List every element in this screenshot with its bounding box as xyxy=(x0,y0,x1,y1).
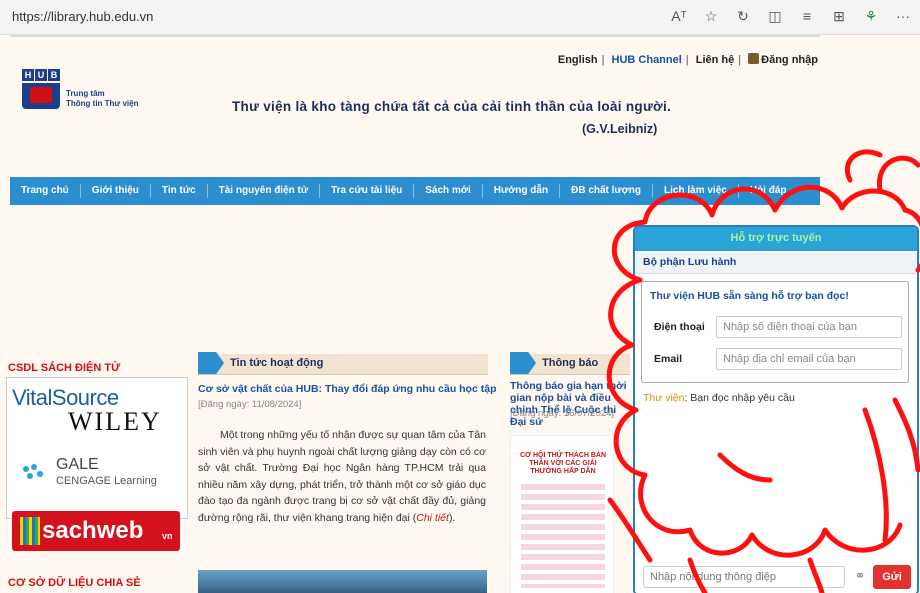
phone-label: Điện thoại xyxy=(654,321,705,333)
slogan: Thư viện là kho tàng chứa tất cả của cải… xyxy=(232,99,672,114)
paperclip-icon[interactable]: ⚭ xyxy=(851,568,869,586)
browser-toolbar: https://library.hub.edu.vn Aᵀ ☆ ↻ ◫ ≡ ⊞ ⚘ ··· xyxy=(0,0,920,35)
news-image[interactable] xyxy=(198,570,487,593)
shared-db-title: CƠ SỞ DỮ LIỆU CHIA SẺ xyxy=(8,577,141,589)
page: English | HUB Channel | Liên hệ | Đăng nhập… xyxy=(0,35,920,593)
gale-icon xyxy=(23,464,43,479)
form-heading: Thư viện HUB sẵn sàng hỗ trợ bạn đọc! xyxy=(650,290,849,302)
poster-heading: CƠ HỘI THỬ THÁCH BẢN THÂN VỚI CÁC GIẢI T… xyxy=(519,452,607,475)
news-section-title: Tin tức hoạt động xyxy=(230,357,324,369)
logo-line2: Thông tin Thư viện xyxy=(66,99,139,108)
extensions-icon[interactable]: ↻ xyxy=(734,8,752,25)
sachweb-logo[interactable]: sachweb vn xyxy=(12,511,180,551)
sachweb-suffix: vn xyxy=(162,531,173,541)
split-screen-icon[interactable]: ◫ xyxy=(766,8,784,25)
nav-item-9[interactable]: Hỏi đáp xyxy=(739,184,798,198)
nav-item-1[interactable]: Giới thiệu xyxy=(81,184,151,198)
nav-item-6[interactable]: Hướng dẫn xyxy=(483,184,561,198)
email-label: Email xyxy=(654,353,683,365)
favorites-icon[interactable]: ≡ xyxy=(798,8,816,25)
news-body-end: ). xyxy=(448,511,456,524)
nav-item-7[interactable]: ĐB chất lượng xyxy=(560,184,654,198)
ebook-db-title: CSDL SÁCH ĐIỆN TỬ xyxy=(8,362,121,374)
news-more-link[interactable]: Chi tiết xyxy=(416,512,449,524)
chat-header-title: Hỗ trợ trực tuyến xyxy=(730,232,822,244)
chat-message-text: : Bạn đọc nhập yêu cầu xyxy=(684,392,795,404)
hub-logo[interactable]: H U B xyxy=(22,69,60,125)
news-title-link[interactable]: Cơ sở vật chất của HUB: Thay đổi đáp ứng… xyxy=(198,383,496,395)
news-section-header: Tin tức hoạt động xyxy=(198,352,488,375)
poster-table xyxy=(521,484,605,588)
slogan-author: (G.V.Leibniz) xyxy=(582,122,658,136)
favorite-star-icon[interactable]: ☆ xyxy=(702,8,720,25)
announce-section-header: Thông báo xyxy=(510,352,630,375)
nav-item-4[interactable]: Tra cứu tài liệu xyxy=(320,184,415,198)
send-button[interactable]: Gửi xyxy=(873,565,911,589)
top-divider xyxy=(10,35,820,37)
chat-message-input[interactable] xyxy=(643,566,845,588)
news-body-text: Một trong những yếu tố nhận được sự quan… xyxy=(198,429,486,524)
logo-letter-b: B xyxy=(48,69,60,81)
chat-message: Thư viện: Bạn đọc nhập yêu cầu xyxy=(643,392,795,404)
wiley-logo[interactable]: WILEY xyxy=(68,407,162,437)
announce-date: [Đăng ngày: 16/07/2024] xyxy=(510,408,615,419)
collections-icon[interactable]: ⊞ xyxy=(830,8,848,25)
phone-input[interactable] xyxy=(716,316,902,338)
announce-poster[interactable]: CƠ HỘI THỬ THÁCH BẢN THÂN VỚI CÁC GIẢI T… xyxy=(510,435,614,593)
news-date: [Đăng ngày: 11/08/2024] xyxy=(198,399,302,410)
email-input[interactable] xyxy=(716,348,902,370)
login-link[interactable]: Đăng nhập xyxy=(761,54,818,66)
announce-section-title: Thông báo xyxy=(542,357,599,369)
cengage-label: CENGAGE Learning xyxy=(56,475,157,487)
sachweb-books-icon xyxy=(20,517,40,545)
hub-channel-link[interactable]: HUB Channel xyxy=(612,54,682,66)
english-link[interactable]: English xyxy=(558,54,598,66)
gale-logo[interactable]: GALE xyxy=(56,456,99,474)
logo-text: Trung tâm Thông tin Thư viện xyxy=(66,89,138,109)
section-arrow-icon xyxy=(198,352,224,374)
main-nav: Trang chủ Giới thiệu Tin tức Tài nguyên điệ… xyxy=(10,177,820,205)
nav-item-2[interactable]: Tin tức xyxy=(151,184,208,198)
chat-message-sender: Thư viện xyxy=(643,392,685,404)
browser-icons: Aᵀ ☆ ↻ ◫ ≡ ⊞ ⚘ ··· xyxy=(670,8,912,25)
announce-title-link[interactable]: Thông báo gia hạn thời gian nộp bài và đ… xyxy=(510,380,630,428)
chat-widget: Hỗ trợ trực tuyến Bộ phận Lưu hành Thư v… xyxy=(633,225,919,593)
top-links: English | HUB Channel | Liên hệ | Đăng nhập xyxy=(557,53,818,66)
chat-department[interactable]: Bộ phận Lưu hành xyxy=(635,253,917,274)
news-body: Một trong những yếu tố nhận được sự quan… xyxy=(198,427,486,526)
chat-contact-form: Thư viện HUB sẵn sàng hỗ trợ bạn đọc! Đi… xyxy=(641,281,909,383)
nav-item-8[interactable]: Lịch làm việc xyxy=(653,184,739,198)
performance-icon[interactable]: ⚘ xyxy=(862,8,880,25)
read-aloud-icon[interactable]: Aᵀ xyxy=(670,8,688,25)
more-icon[interactable]: ··· xyxy=(894,8,912,25)
logo-line1: Trung tâm xyxy=(66,89,105,98)
address-bar[interactable]: https://library.hub.edu.vn xyxy=(12,9,153,24)
section-arrow-icon xyxy=(510,352,536,374)
contact-link[interactable]: Liên hệ xyxy=(696,54,735,66)
logo-emblem-red xyxy=(30,87,52,103)
logo-letter-u: U xyxy=(35,69,47,81)
sachweb-text: sachweb xyxy=(42,517,144,544)
nav-item-0[interactable]: Trang chủ xyxy=(10,184,81,198)
chat-header[interactable]: Hỗ trợ trực tuyến xyxy=(635,227,917,251)
login-icon xyxy=(748,53,760,64)
logo-letter-h: H xyxy=(22,69,34,81)
chat-department-label: Bộ phận Lưu hành xyxy=(643,256,737,268)
nav-item-5[interactable]: Sách mới xyxy=(414,184,483,198)
nav-item-3[interactable]: Tài nguyên điện tử xyxy=(208,184,321,198)
